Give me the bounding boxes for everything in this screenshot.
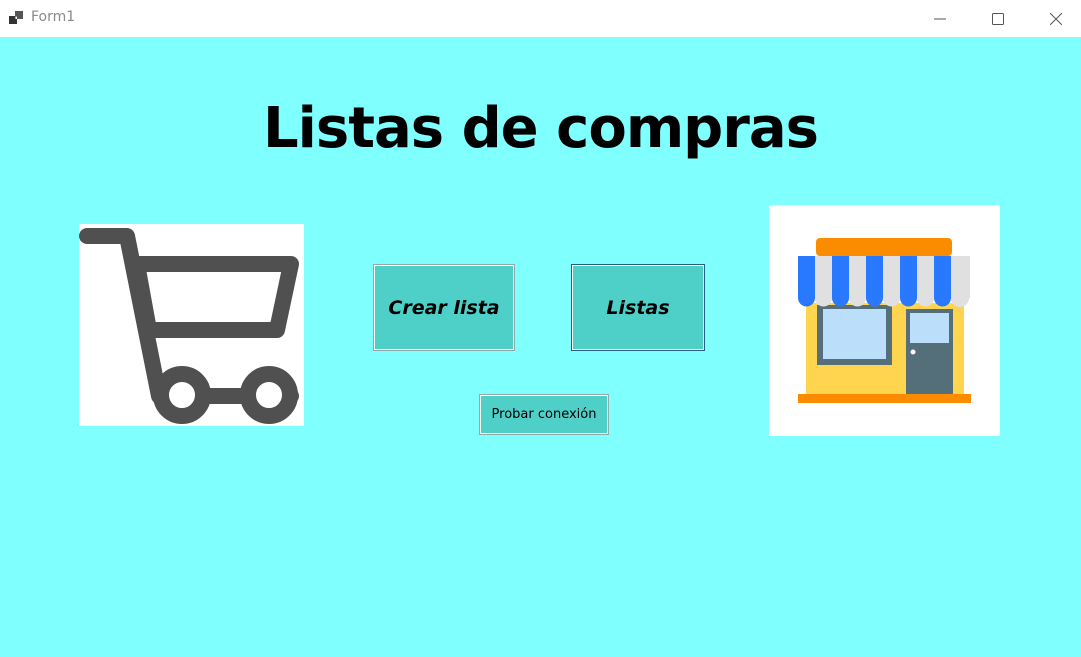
test-connection-label: Probar conexión: [491, 407, 597, 422]
store-icon: [798, 238, 971, 403]
lists-label: Listas: [606, 296, 670, 319]
minimize-button[interactable]: [911, 0, 969, 37]
form-client-area: Listas de compras Crear lista Listas Pro…: [0, 37, 1081, 657]
page-title: Listas de compras: [262, 96, 819, 161]
maximize-button[interactable]: [969, 0, 1027, 37]
minimize-icon: [934, 18, 946, 19]
app-icon: [9, 11, 23, 24]
shopping-cart-icon: [79, 228, 299, 424]
title-bar[interactable]: Form1: [0, 0, 1081, 37]
lists-button[interactable]: Listas: [571, 264, 705, 351]
close-button[interactable]: [1027, 0, 1081, 37]
create-list-button[interactable]: Crear lista: [373, 264, 515, 351]
maximize-icon: [992, 12, 1004, 25]
close-icon: [1050, 12, 1062, 25]
create-list-label: Crear lista: [388, 296, 500, 319]
test-connection-button[interactable]: Probar conexión: [479, 394, 609, 435]
window-title: Form1: [31, 9, 76, 25]
store-image: [769, 205, 1000, 436]
shopping-cart-image: [79, 224, 304, 426]
app-window: Form1 Listas de compras Crear lista List…: [0, 0, 1081, 657]
